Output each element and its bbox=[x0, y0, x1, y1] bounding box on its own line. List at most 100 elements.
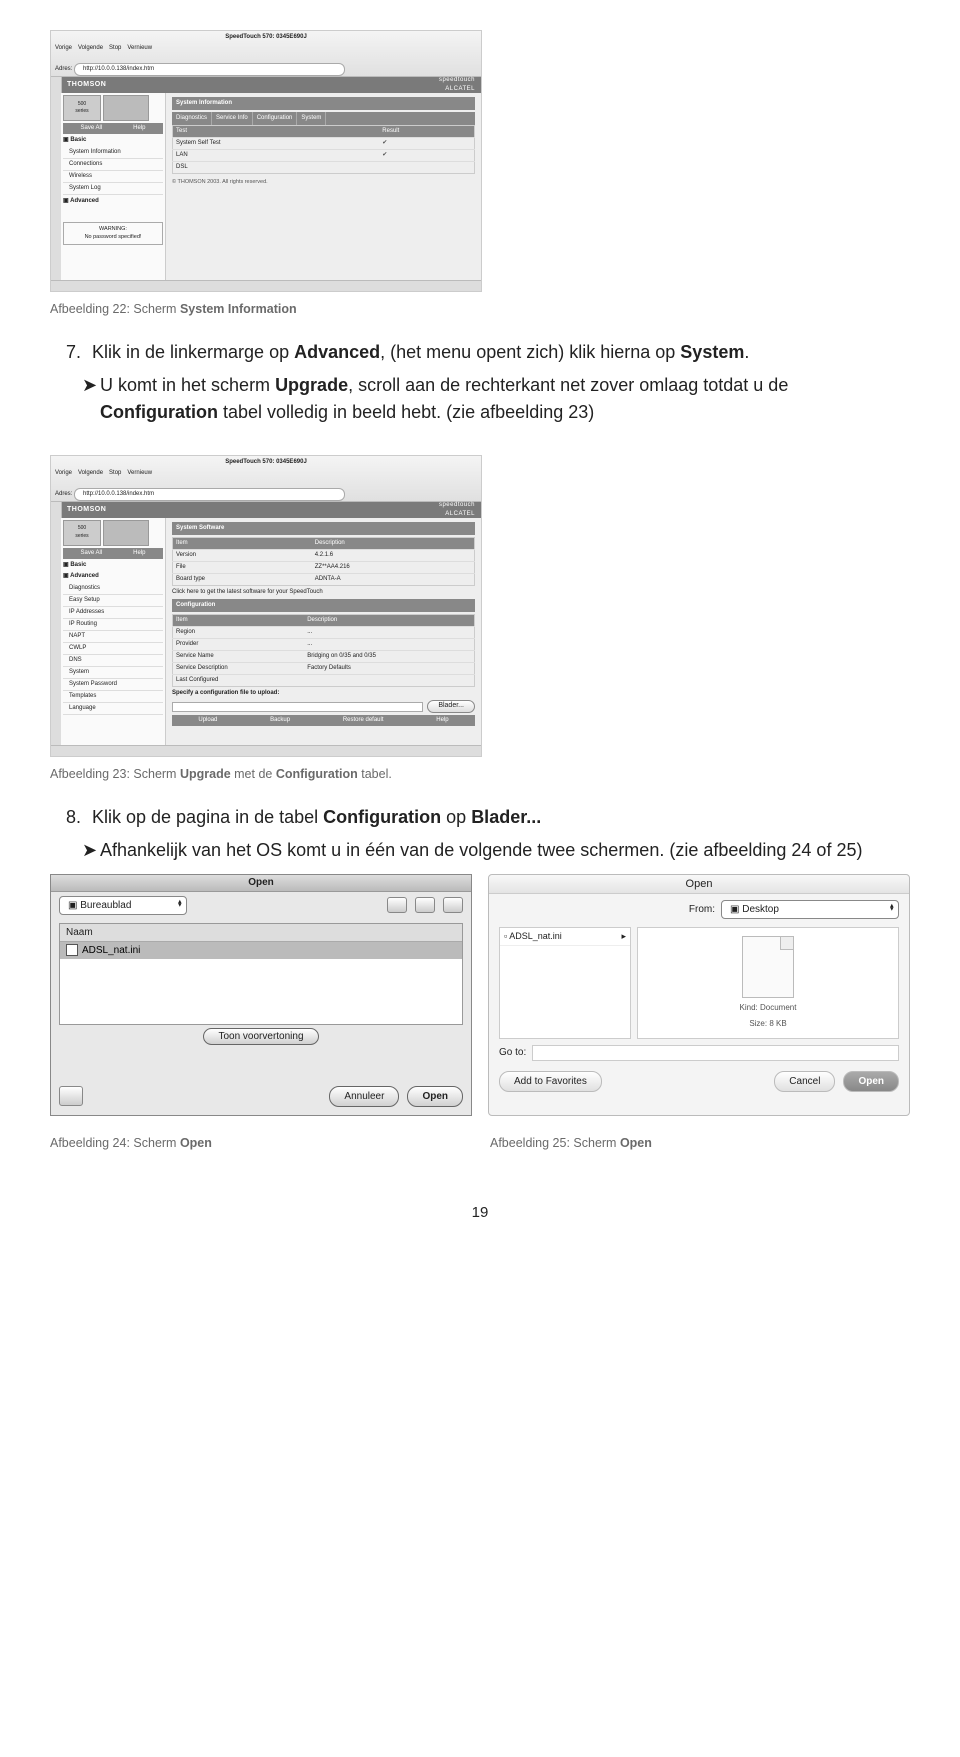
dialog-title: Open bbox=[51, 875, 471, 892]
sidebar-group-basic[interactable]: Basic bbox=[70, 562, 86, 568]
td: Last Configured bbox=[173, 674, 305, 686]
step-8: Klik op de pagina in de tabel Configurat… bbox=[86, 804, 910, 831]
cancel-button[interactable]: Cancel bbox=[774, 1071, 835, 1092]
td: Region bbox=[173, 626, 305, 638]
sidebar-item[interactable]: System Log bbox=[63, 183, 163, 195]
help-link[interactable]: Help bbox=[133, 124, 145, 133]
add-favorites-button[interactable]: Add to Favorites bbox=[499, 1071, 602, 1092]
browse-button[interactable]: Blader... bbox=[427, 700, 475, 714]
td: ... bbox=[304, 626, 474, 638]
figure-23-caption: Afbeelding 23: Scherm Upgrade met de Con… bbox=[50, 765, 910, 784]
file-row[interactable]: ADSL_nat.ini bbox=[60, 942, 462, 959]
tab-bar: Diagnostics Service Info Configuration S… bbox=[172, 112, 475, 125]
sidebar-item[interactable]: DNS bbox=[63, 655, 163, 667]
upload-label: Specify a configuration file to upload: bbox=[172, 689, 279, 698]
step-list: Klik op de pagina in de tabel Configurat… bbox=[50, 804, 910, 831]
sidebar-group-advanced[interactable]: Advanced bbox=[70, 573, 99, 579]
sidebar-item[interactable]: Easy Setup bbox=[63, 595, 163, 607]
upload-field[interactable] bbox=[172, 702, 423, 712]
browser-chrome: SpeedTouch 570: 0345E690J VorigeVolgende… bbox=[51, 456, 481, 502]
brand-bar: THOMSON speedtouch ALCATEL bbox=[61, 77, 481, 93]
th-test: Test bbox=[173, 126, 380, 138]
nav-icon[interactable] bbox=[387, 897, 407, 913]
sidebar-item[interactable]: IP Routing bbox=[63, 619, 163, 631]
figure-24-dialog: Open ▣ Bureaublad Naam ADSL_nat.ini Toon… bbox=[50, 874, 472, 1116]
tab[interactable]: Diagnostics bbox=[172, 112, 212, 125]
folder-icon: ▣ bbox=[730, 904, 739, 915]
address-bar[interactable]: http://10.0.0.138/index.htm bbox=[74, 63, 345, 76]
from-selector[interactable]: ▣ Desktop bbox=[721, 900, 899, 919]
address-bar[interactable]: http://10.0.0.138/index.htm bbox=[74, 488, 345, 501]
sidebar-item[interactable]: System Password bbox=[63, 679, 163, 691]
file-icon: ▫ bbox=[504, 931, 507, 941]
sidebar-item[interactable]: NAPT bbox=[63, 631, 163, 643]
file-list[interactable]: Naam ADSL_nat.ini bbox=[59, 923, 463, 1025]
software-link[interactable]: Click here to get the latest software fo… bbox=[172, 586, 475, 599]
goto-input[interactable] bbox=[532, 1045, 899, 1061]
td: System Self Test bbox=[173, 138, 380, 150]
restore-action[interactable]: Restore default bbox=[343, 716, 384, 725]
arrow-icon: ➤ bbox=[82, 372, 100, 426]
from-value: Desktop bbox=[742, 904, 779, 915]
td bbox=[379, 162, 474, 174]
preview-column: Kind: Document Size: 8 KB bbox=[637, 927, 899, 1039]
backup-action[interactable]: Backup bbox=[270, 716, 290, 725]
statusbar bbox=[51, 280, 481, 291]
sidebar-item[interactable]: CWLP bbox=[63, 643, 163, 655]
cancel-button[interactable]: Annuleer bbox=[329, 1086, 399, 1107]
tab[interactable]: Service Info bbox=[212, 112, 253, 125]
kind-label: Kind: Document bbox=[740, 1002, 797, 1014]
action-bar: Upload Backup Restore default Help bbox=[172, 715, 475, 726]
td: DSL bbox=[173, 162, 380, 174]
sidebar-header: Save All Help bbox=[63, 548, 163, 559]
arrow-icon: ➤ bbox=[82, 837, 100, 864]
panel-title-configuration: Configuration bbox=[172, 599, 475, 612]
sidebar-group-basic[interactable]: Basic bbox=[70, 137, 86, 143]
td bbox=[304, 674, 474, 686]
td: ADNTA-A bbox=[312, 573, 475, 585]
help-icon[interactable] bbox=[59, 1086, 83, 1106]
software-table: ItemDescription Version4.2.1.6 FileZZ**A… bbox=[172, 537, 475, 586]
diagnostics-table: TestResult System Self Test✔ LAN✔ DSL bbox=[172, 125, 475, 174]
tab[interactable]: System bbox=[297, 112, 326, 125]
sidebar-item[interactable]: Templates bbox=[63, 691, 163, 703]
td: Provider bbox=[173, 638, 305, 650]
sidebar-group-advanced[interactable]: Advanced bbox=[70, 198, 99, 204]
document-icon bbox=[742, 936, 794, 998]
step-7: Klik in de linkermarge op Advanced, (het… bbox=[86, 339, 910, 366]
upload-action[interactable]: Upload bbox=[198, 716, 217, 725]
nav-icon[interactable] bbox=[415, 897, 435, 913]
td: 4.2.1.6 bbox=[312, 549, 475, 561]
tab[interactable]: Configuration bbox=[253, 112, 298, 125]
step-8-result: ➤ Afhankelijk van het OS komt u in één v… bbox=[82, 837, 910, 864]
people-image bbox=[103, 95, 149, 121]
sidebar-header: Save All Help bbox=[63, 123, 163, 134]
sidebar-item[interactable]: Wireless bbox=[63, 171, 163, 183]
copyright: © THOMSON 2003. All rights reserved. bbox=[172, 178, 475, 186]
file-column[interactable]: ▫ ADSL_nat.ini ▸ bbox=[499, 927, 631, 1039]
file-row[interactable]: ▫ ADSL_nat.ini ▸ bbox=[500, 928, 630, 947]
nav-icon[interactable] bbox=[443, 897, 463, 913]
sidebar-item[interactable]: Connections bbox=[63, 159, 163, 171]
save-all-link[interactable]: Save All bbox=[80, 549, 102, 558]
open-button[interactable]: Open bbox=[843, 1071, 899, 1092]
open-button[interactable]: Open bbox=[407, 1086, 463, 1107]
help-link[interactable]: Help bbox=[133, 549, 145, 558]
sidebar-item[interactable]: System bbox=[63, 667, 163, 679]
save-all-link[interactable]: Save All bbox=[80, 124, 102, 133]
dialog-title: Open bbox=[489, 875, 909, 894]
sidebar-item[interactable]: IP Addresses bbox=[63, 607, 163, 619]
main-panel: System Information Diagnostics Service I… bbox=[166, 93, 481, 291]
series-badge: 500 series bbox=[63, 520, 101, 546]
browser-chrome: SpeedTouch 570: 0345E690J VorigeVolgende… bbox=[51, 31, 481, 77]
brand-speedtouch: speedtouch ALCATEL bbox=[439, 501, 475, 519]
location-selector[interactable]: ▣ Bureaublad bbox=[59, 896, 187, 915]
preview-button[interactable]: Toon voorvertoning bbox=[203, 1028, 318, 1045]
warning-box: WARNING: No password specified! bbox=[63, 222, 163, 245]
td: LAN bbox=[173, 150, 380, 162]
help-action[interactable]: Help bbox=[436, 716, 448, 725]
sidebar-item[interactable]: Language bbox=[63, 703, 163, 715]
sidebar-item[interactable]: System Information bbox=[63, 147, 163, 159]
sidebar-item[interactable]: Diagnostics bbox=[63, 583, 163, 595]
brand-speedtouch: speedtouch ALCATEL bbox=[439, 76, 475, 94]
